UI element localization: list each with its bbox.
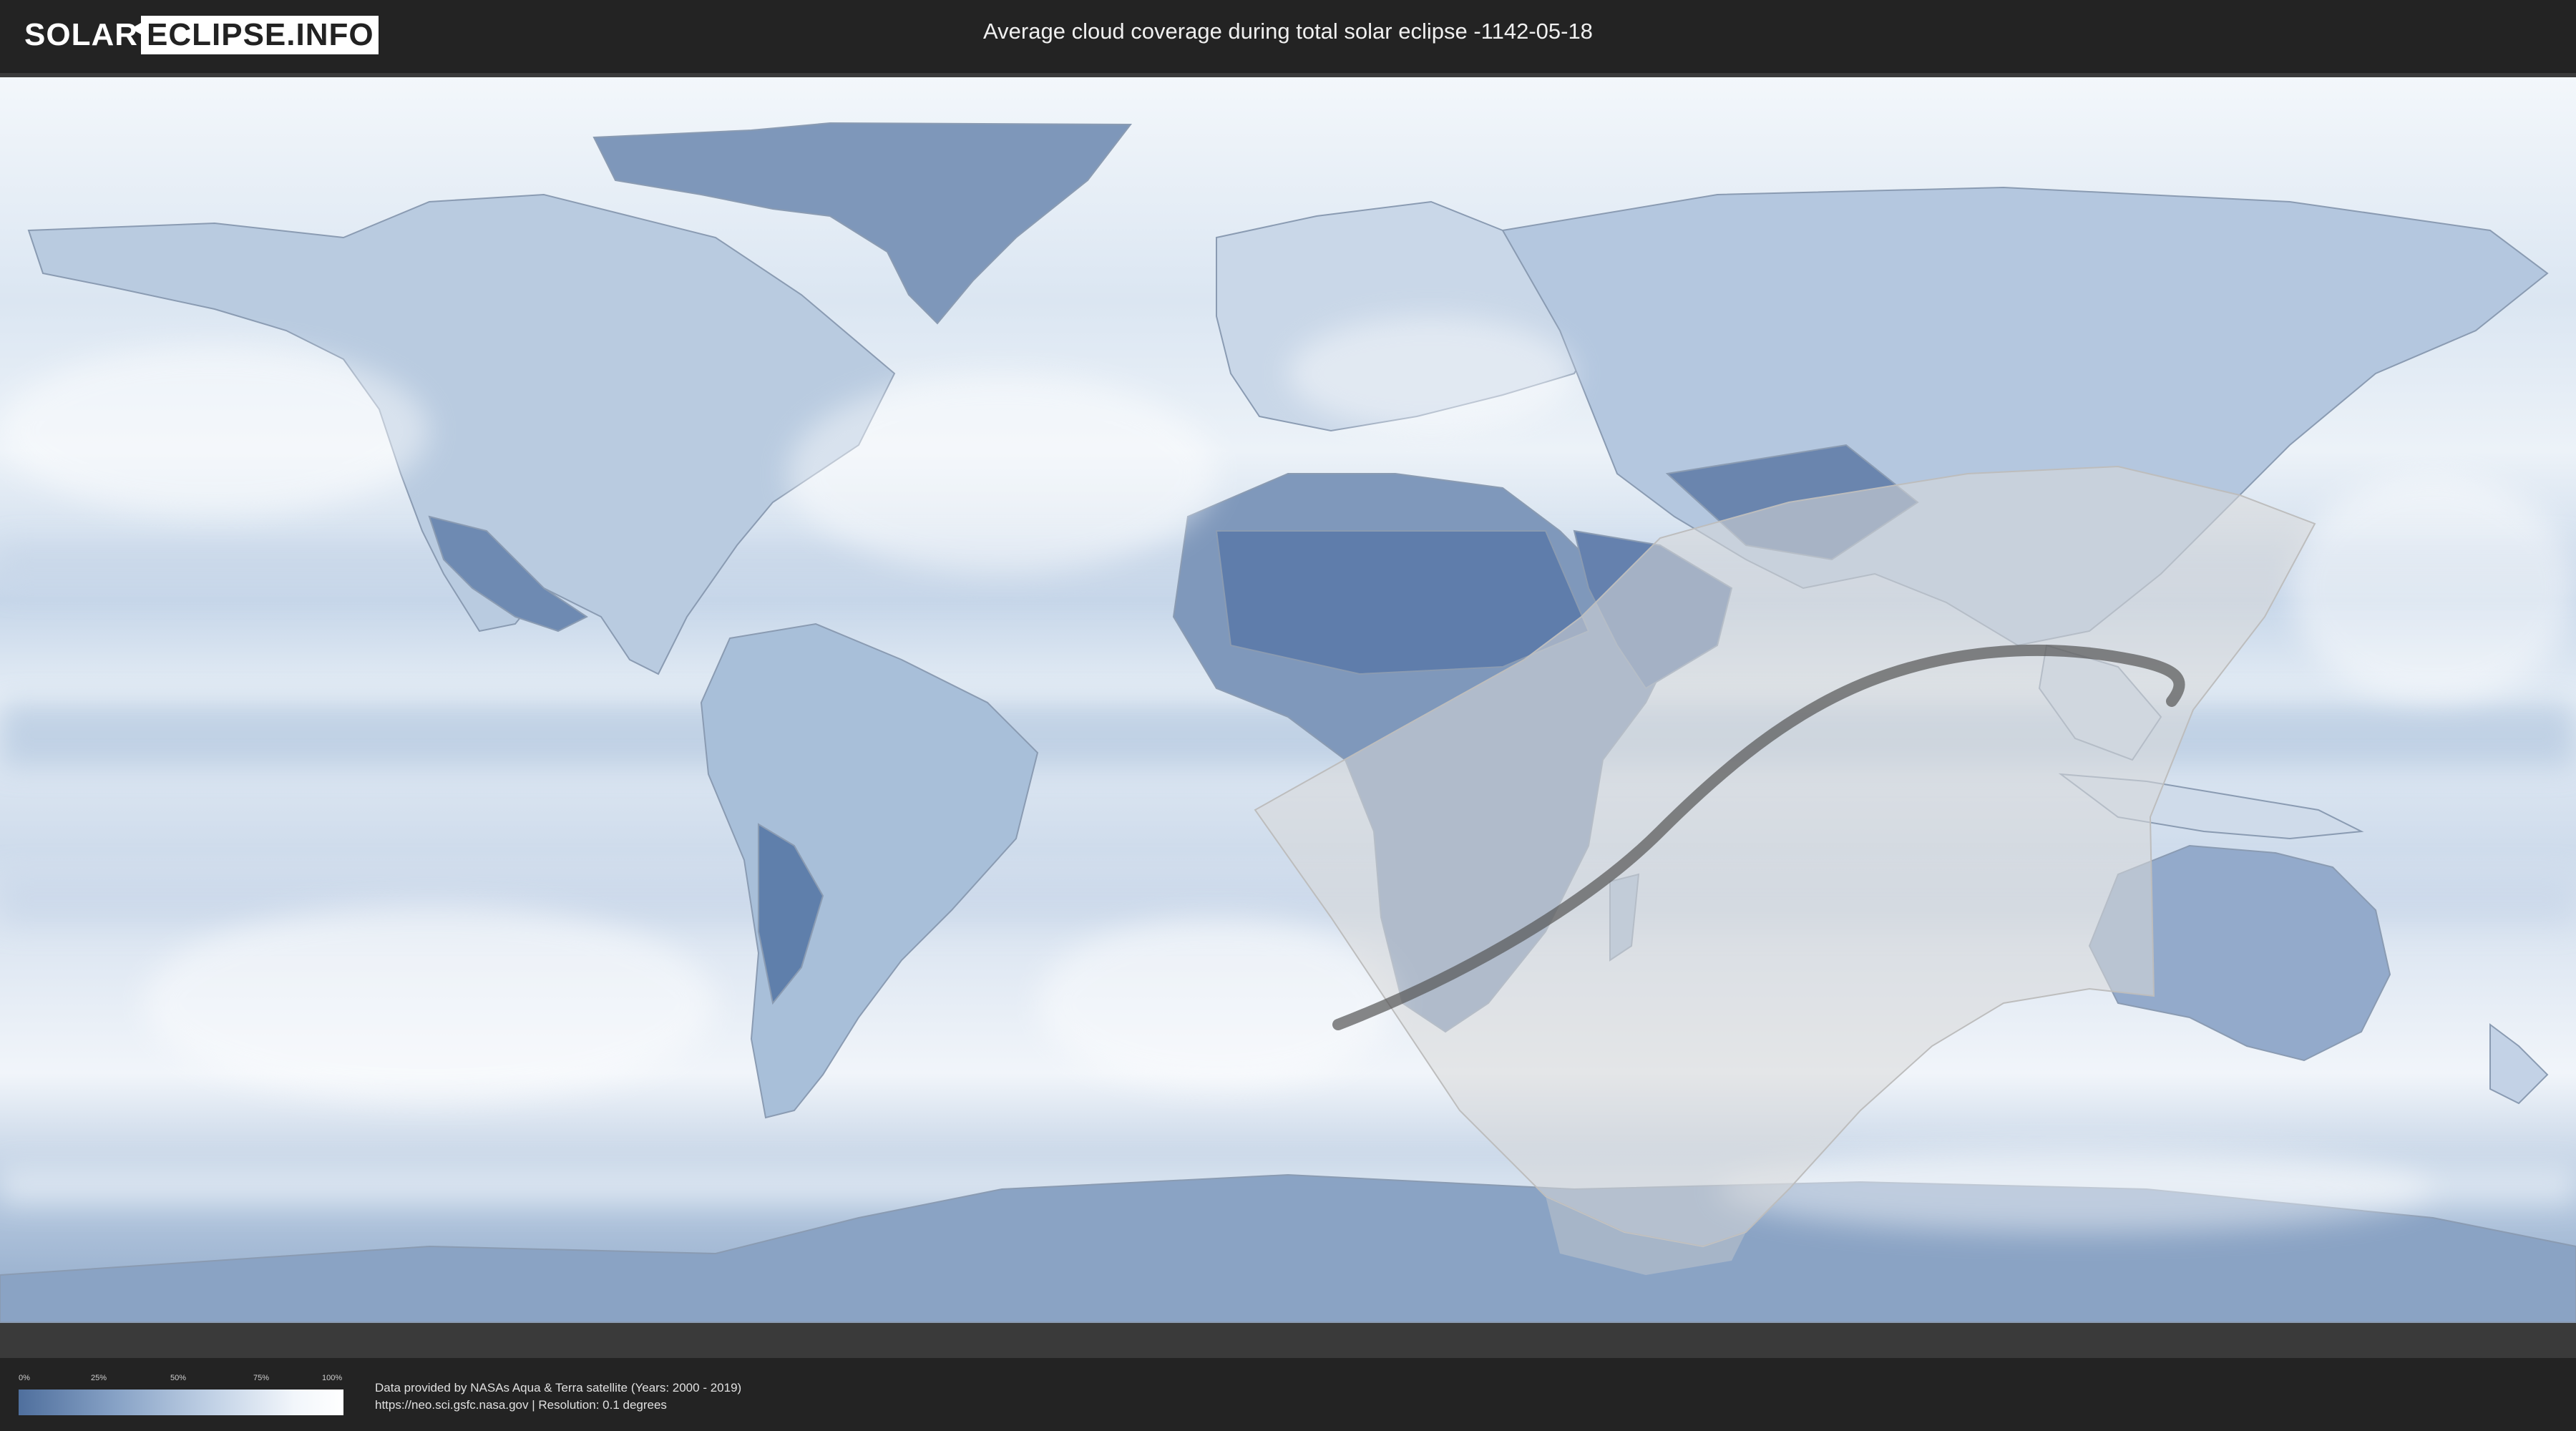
cloud-coverage-map[interactable] bbox=[0, 73, 2576, 1358]
data-credit: Data provided by NASAs Aqua & Terra sate… bbox=[375, 1379, 741, 1414]
legend-tick-0: 0% bbox=[19, 1374, 30, 1382]
legend-tick-50: 50% bbox=[170, 1374, 187, 1382]
page-title: Average cloud coverage during total sola… bbox=[983, 19, 1593, 44]
legend-tick-100: 100% bbox=[322, 1374, 343, 1382]
map-canvas bbox=[0, 73, 2576, 1358]
legend-tick-25: 25% bbox=[91, 1374, 107, 1382]
footer-bar: 0% 25% 50% 75% 100% Data provided by NAS… bbox=[0, 1358, 2576, 1431]
legend-tick-75: 75% bbox=[253, 1374, 270, 1382]
credit-line-2[interactable]: https://neo.sci.gsfc.nasa.gov | Resoluti… bbox=[375, 1397, 741, 1414]
legend-gradient-bar bbox=[19, 1390, 343, 1415]
credit-line-1: Data provided by NASAs Aqua & Terra sate… bbox=[375, 1381, 742, 1395]
header-bar: SOLAR ECLIPSE.INFO Average cloud coverag… bbox=[0, 0, 2576, 72]
